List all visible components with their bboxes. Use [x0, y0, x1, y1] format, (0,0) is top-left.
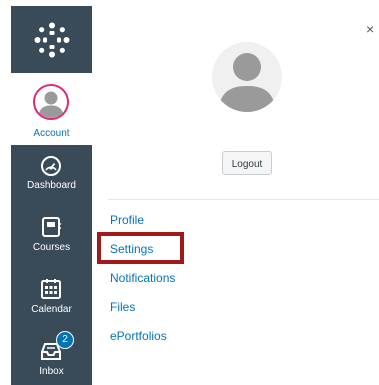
nav-dashboard-label: Dashboard [27, 180, 76, 191]
user-avatar-icon [218, 53, 276, 112]
close-icon: × [366, 21, 375, 37]
nav-item-dashboard[interactable]: Dashboard [11, 145, 92, 205]
tray-divider [108, 199, 379, 200]
nav-item-inbox[interactable]: 2 Inbox [11, 331, 92, 385]
profile-picture [212, 42, 282, 112]
dashboard-gauge-icon [41, 156, 61, 176]
nav-item-courses[interactable]: Courses [11, 207, 92, 267]
logout-button[interactable]: Logout [222, 151, 272, 175]
nav-account-label: Account [33, 128, 70, 139]
book-icon [42, 217, 61, 237]
canvas-logo-button[interactable] [11, 6, 92, 73]
canvas-logo-icon [34, 22, 69, 57]
profile-link[interactable]: Profile [110, 213, 144, 227]
user-avatar-icon [33, 84, 69, 120]
settings-highlight-box [97, 232, 184, 264]
nav-inbox-label: Inbox [39, 366, 64, 377]
nav-item-calendar[interactable]: Calendar [11, 269, 92, 329]
calendar-icon [41, 279, 61, 299]
close-tray-button[interactable]: × [366, 22, 374, 36]
notifications-link[interactable]: Notifications [110, 271, 175, 285]
nav-item-account[interactable]: Account [11, 73, 92, 145]
nav-calendar-label: Calendar [31, 304, 72, 315]
account-tray-screen: Account Dashboard Courses Calendar 2 Inb… [0, 0, 379, 385]
files-link[interactable]: Files [110, 300, 135, 314]
global-nav: Account Dashboard Courses Calendar 2 Inb… [11, 6, 92, 385]
eportfolios-link[interactable]: ePortfolios [110, 329, 167, 343]
nav-courses-label: Courses [32, 242, 71, 253]
inbox-unread-badge: 2 [56, 331, 74, 349]
